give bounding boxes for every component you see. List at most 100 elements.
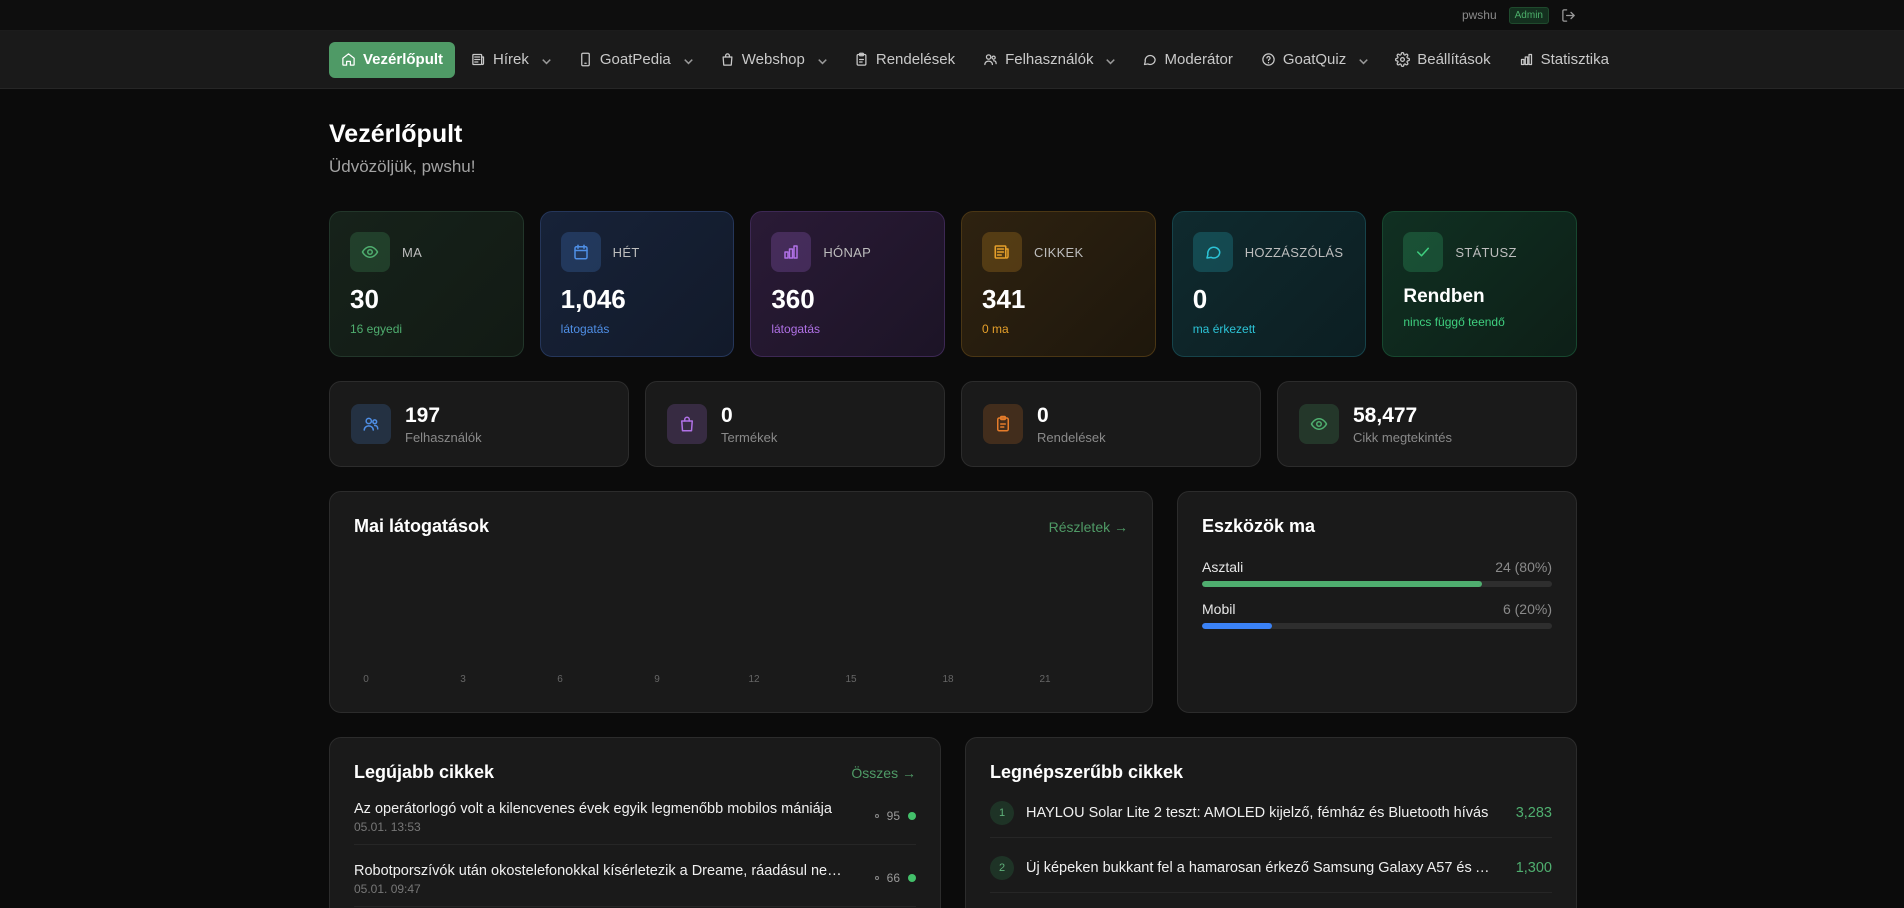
popular-article-views: 1,300 — [1515, 860, 1552, 876]
latest-articles-panel: Legújabb cikkek Összes → Az operátorlogó… — [329, 737, 941, 908]
summary-card-felhaszn-l-k: 197 Felhasználók — [329, 381, 629, 467]
summary-value: 197 — [405, 403, 441, 427]
nav-label: Beállítások — [1417, 51, 1491, 68]
nav-item-moder-tor[interactable]: Moderátor — [1130, 42, 1244, 78]
bar-chart-icon — [1519, 52, 1534, 67]
nav-item-webshop[interactable]: Webshop — [708, 42, 838, 78]
page-subtitle: Üdvözöljük, pwshu! — [329, 157, 476, 176]
check-icon — [1403, 232, 1444, 272]
summary-label: Cikk megtekintés — [1353, 429, 1452, 445]
published-status-dot — [908, 874, 916, 882]
device-count: 24 (80%) — [1495, 559, 1552, 575]
summary-row: 197 Felhasználók 0 Termékek 0 Rendelések 58,47… — [329, 381, 1577, 467]
top-bar: pwshu Admin — [0, 0, 1904, 31]
device-name: Asztali — [1202, 559, 1244, 575]
popular-article-title[interactable]: Új képeken bukkant fel a hamarosan érkez… — [1026, 860, 1496, 876]
nav-item-statisztika[interactable]: Statisztika — [1507, 42, 1621, 78]
stat-label: STÁTUSZ — [1455, 244, 1517, 260]
nav-item-h-rek[interactable]: Hírek — [459, 42, 562, 78]
chevron-down-icon — [1103, 54, 1116, 65]
stat-value: 1,046 — [560, 284, 626, 314]
chevron-down-icon — [539, 54, 551, 65]
stat-value: 0 — [1192, 284, 1208, 314]
stat-label: HÉT — [612, 244, 640, 260]
device-row: Asztali 24 (80%) — [1202, 559, 1552, 587]
x-tick-label: 21 — [1039, 674, 1051, 685]
phone-icon — [578, 52, 593, 67]
nav-item-be-ll-t-sok[interactable]: Beállítások — [1383, 42, 1502, 78]
stat-value: Rendben — [1403, 286, 1485, 307]
popular-article-row[interactable]: 2 Új képeken bukkant fel a hamarosan érke… — [990, 856, 1552, 893]
nav-label: Vezérlőpult — [363, 51, 444, 68]
home-icon — [341, 52, 356, 67]
stat-sub: látogatás — [560, 322, 610, 336]
nav-label: GoatPedia — [599, 51, 671, 68]
article-row[interactable]: Robotporszívók után okostelefonokkal kís… — [354, 863, 916, 907]
chevron-down-icon — [681, 54, 693, 65]
users-icon — [351, 404, 391, 444]
chevron-down-icon — [1356, 54, 1369, 65]
device-bar-fill — [1202, 581, 1482, 587]
views-icon — [874, 876, 879, 880]
device-row: Mobil 6 (20%) — [1202, 601, 1552, 629]
nav-item-felhaszn-l-k[interactable]: Felhasználók — [971, 42, 1126, 78]
nav-label: Hírek — [493, 51, 529, 68]
stat-card-hozzászólás: HOZZÁSZÓLÁS 0 ma érkezett — [1171, 211, 1367, 357]
x-tick-label: 15 — [845, 674, 857, 685]
nav-item-vez-rl-pult[interactable]: Vezérlőpult — [329, 41, 456, 78]
eye-icon — [350, 232, 390, 272]
nav-item-goatquiz[interactable]: GoatQuiz — [1249, 42, 1379, 78]
article-views: 66 — [886, 871, 900, 885]
details-link[interactable]: Részletek → — [1049, 519, 1128, 535]
device-count: 6 (20%) — [1502, 601, 1552, 617]
role-badge: Admin — [1508, 6, 1549, 24]
shopping-bag-icon — [667, 404, 707, 444]
bar-chart-icon — [771, 232, 812, 272]
summary-value: 0 — [721, 403, 733, 427]
popular-article-row[interactable]: 1 HAYLOU Solar Lite 2 teszt: AMOLED kijel… — [990, 801, 1552, 838]
x-tick-label: 9 — [654, 674, 660, 685]
clipboard-icon — [854, 52, 869, 67]
visits-panel: Mai látogatások Részletek → 0 3 6 9 12 15 18 21 — [329, 491, 1153, 713]
x-tick-label: 6 — [557, 674, 563, 685]
summary-label: Rendelések — [1037, 429, 1106, 445]
users-icon — [983, 52, 998, 67]
rank-badge: 2 — [990, 856, 1014, 880]
summary-label: Termékek — [721, 429, 778, 445]
nav-label: Statisztika — [1540, 51, 1609, 68]
stat-label: MA — [402, 244, 423, 260]
all-articles-link[interactable]: Összes → — [851, 765, 916, 781]
summary-value: 58,477 — [1353, 403, 1418, 427]
popular-article-views: 3,283 — [1515, 805, 1552, 821]
nav-label: Felhasználók — [1005, 51, 1094, 68]
article-row[interactable]: Az operátorlogó volt a kilencvenes évek … — [354, 801, 916, 845]
popular-title: Legnépszerűbb cikkek — [990, 762, 1184, 782]
logout-icon[interactable] — [1561, 7, 1577, 23]
popular-article-title[interactable]: HAYLOU Solar Lite 2 teszt: AMOLED kijelz… — [1026, 805, 1496, 821]
chat-icon — [1142, 52, 1157, 67]
rank-badge: 1 — [990, 801, 1014, 825]
username[interactable]: pwshu — [1462, 8, 1497, 22]
device-name: Mobil — [1202, 601, 1236, 617]
article-views: 95 — [886, 809, 900, 823]
main-content: Vezérlőpult Üdvözöljük, pwshu! MA 30 16 eg… — [329, 89, 1578, 908]
nav-item-rendel-sek[interactable]: Rendelések — [842, 42, 967, 78]
article-title[interactable]: Az operátorlogó volt a kilencvenes évek … — [354, 801, 849, 817]
views-icon — [874, 814, 879, 818]
article-date: 05.01. 13:53 — [354, 820, 421, 834]
stat-value: 30 — [350, 284, 379, 314]
stats-row: MA 30 16 egyedi HÉT 1,046 látogatás HÓNAP 360 lá… — [329, 211, 1578, 357]
visits-title: Mai látogatások — [354, 516, 490, 536]
stat-sub: nincs függő teendő — [1403, 315, 1505, 329]
nav-item-goatpedia[interactable]: GoatPedia — [566, 42, 704, 78]
main-nav: Vezérlőpult Hírek GoatPedia Webshop Rendelés… — [0, 31, 1904, 89]
summary-card-rendel-sek: 0 Rendelések — [961, 381, 1261, 467]
latest-title: Legújabb cikkek — [354, 762, 495, 782]
chat-icon — [1192, 232, 1233, 272]
summary-card-term-kek: 0 Termékek — [645, 381, 945, 467]
nav-label: Moderátor — [1164, 51, 1233, 68]
newspaper-icon — [471, 52, 486, 67]
article-title[interactable]: Robotporszívók után okostelefonokkal kís… — [354, 863, 849, 879]
shopping-bag-icon — [720, 52, 735, 67]
device-bar-track — [1202, 623, 1552, 629]
